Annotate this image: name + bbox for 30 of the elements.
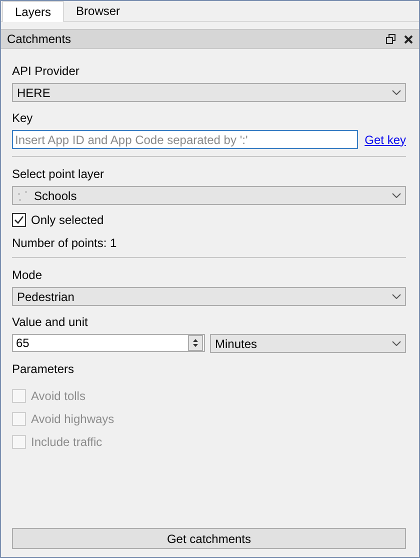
mode-dropdown[interactable]: Pedestrian [12, 287, 406, 306]
key-input-field[interactable]: Insert App ID and App Code separated by ':' [12, 130, 358, 149]
points-count: Number of points: 1 [12, 236, 118, 250]
unit-dropdown[interactable]: Minutes [210, 334, 406, 353]
chevron-down-icon [392, 341, 401, 346]
field-label: Select point layer [12, 167, 106, 181]
point-layer-icon [17, 190, 29, 202]
float-icon[interactable] [386, 34, 396, 44]
checkbox-label: Avoid highways [31, 412, 114, 426]
chevron-down-icon [392, 193, 401, 198]
checkbox-label: Avoid tolls [31, 389, 86, 403]
checkbox[interactable] [12, 213, 26, 227]
field-label: Key [12, 111, 34, 125]
chevron-down-icon [392, 294, 401, 299]
chevron-down-icon [392, 90, 401, 95]
provider-dropdown[interactable]: HERE [12, 83, 406, 102]
get-catchments-button[interactable]: Get catchments [12, 528, 406, 549]
layer-dropdown[interactable]: Schools [12, 186, 406, 205]
close-icon[interactable] [404, 34, 413, 44]
spin-arrows-icon[interactable] [188, 335, 203, 351]
value-spinbox[interactable]: 65 [12, 334, 205, 352]
field-label: API Provider [12, 64, 80, 78]
get-key-link[interactable]: Get key [364, 132, 406, 146]
checkbox-label: Only selected [31, 213, 104, 227]
field-label: Value and unit [12, 315, 89, 329]
section-label: Parameters [12, 362, 76, 376]
checkbox-label: Include traffic [31, 435, 102, 449]
panel-title: Catchments [7, 32, 72, 46]
field-label: Mode [12, 268, 44, 282]
tab[interactable]: Layers [2, 1, 64, 22]
